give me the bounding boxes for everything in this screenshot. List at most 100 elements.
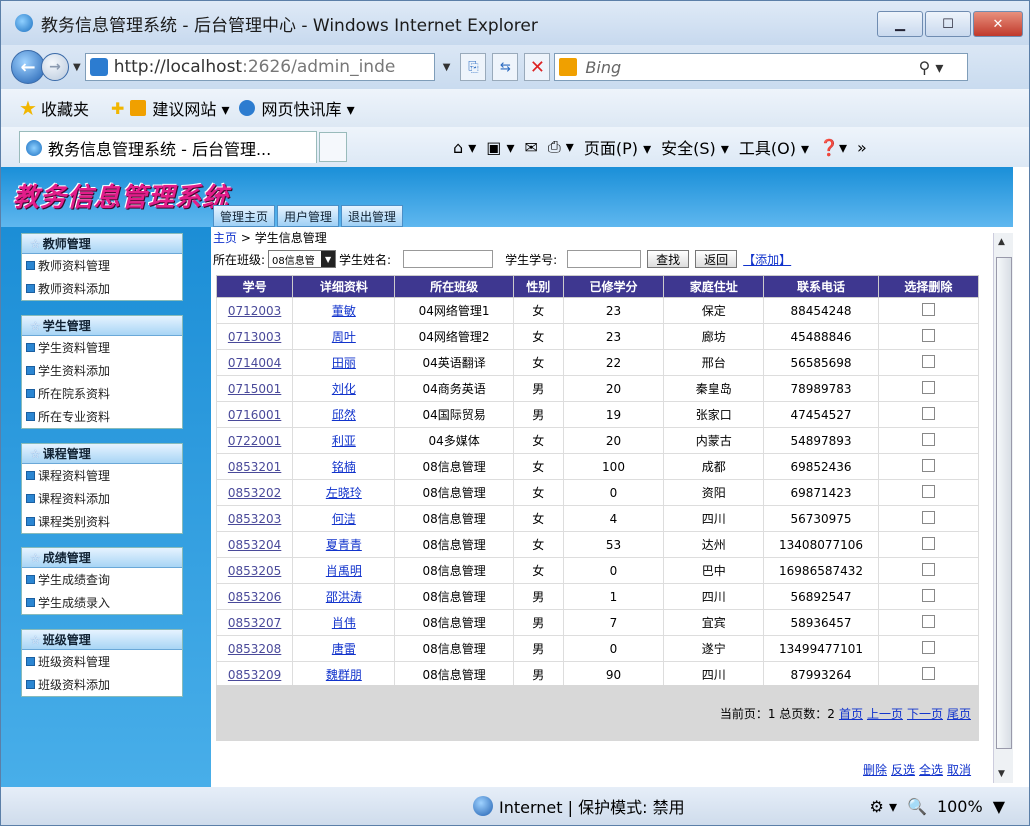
student-number-link[interactable]: 0853202 <box>228 486 281 500</box>
zoom-icon[interactable]: 🔍 <box>907 797 927 816</box>
first-page-link[interactable]: 首页 <box>839 705 863 722</box>
menu-item[interactable]: 课程资料管理 <box>22 464 182 487</box>
student-number-link[interactable]: 0853206 <box>228 590 281 604</box>
delete-checkbox[interactable] <box>921 562 935 576</box>
student-detail-link[interactable]: 魏群朋 <box>326 668 362 682</box>
menu-item[interactable]: 所在院系资料 <box>22 382 182 405</box>
zoom-level[interactable]: 100% <box>937 797 983 816</box>
tools-menu[interactable]: 工具(O) ▾ <box>739 135 809 159</box>
suggested-sites-link[interactable]: 建议网站 ▾ <box>130 96 229 120</box>
menu-item[interactable]: 教师资料添加 <box>22 277 182 300</box>
print-icon[interactable]: ⎙ ▾ <box>548 137 574 157</box>
delete-checkbox[interactable] <box>921 458 935 472</box>
add-favorite-icon[interactable]: ✚ <box>111 99 124 118</box>
select-all-link[interactable]: 全选 <box>919 761 943 778</box>
student-number-link[interactable]: 0853208 <box>228 642 281 656</box>
delete-checkbox[interactable] <box>921 588 935 602</box>
student-detail-link[interactable]: 夏青青 <box>326 538 362 552</box>
safety-menu[interactable]: 安全(S) ▾ <box>661 135 729 159</box>
student-number-link[interactable]: 0853204 <box>228 538 281 552</box>
back-button[interactable]: ← <box>11 50 45 84</box>
delete-link[interactable]: 删除 <box>863 761 887 778</box>
address-dropdown-icon[interactable]: ▼ <box>443 62 451 73</box>
breadcrumb-home[interactable]: 主页 <box>213 231 237 245</box>
student-number-link[interactable]: 0853205 <box>228 564 281 578</box>
search-icon[interactable]: ⚲ ▾ <box>919 58 944 77</box>
menu-item[interactable]: 学生成绩查询 <box>22 568 182 591</box>
delete-checkbox[interactable] <box>921 536 935 550</box>
favorites-star-icon[interactable]: ★ <box>19 96 37 120</box>
student-detail-link[interactable]: 董敏 <box>332 304 356 318</box>
student-detail-link[interactable]: 刘化 <box>332 382 356 396</box>
page-menu[interactable]: 页面(P) ▾ <box>584 135 651 159</box>
menu-course-header[interactable]: ☆ 课程管理 <box>22 444 182 464</box>
student-detail-link[interactable]: 邱然 <box>332 408 356 422</box>
student-number-link[interactable]: 0715001 <box>228 382 281 396</box>
student-detail-link[interactable]: 何洁 <box>332 512 356 526</box>
student-number-link[interactable]: 0716001 <box>228 408 281 422</box>
menu-class-header[interactable]: ☆ 班级管理 <box>22 630 182 650</box>
menu-teacher-header[interactable]: ☆ 教师管理 <box>22 234 182 254</box>
tab-current[interactable]: 教务信息管理系统 - 后台管理... <box>19 131 317 163</box>
delete-checkbox[interactable] <box>921 380 935 394</box>
delete-checkbox[interactable] <box>921 302 935 316</box>
nav-admin-home[interactable]: 管理主页 <box>213 205 276 227</box>
nav-user-management[interactable]: 用户管理 <box>277 205 340 227</box>
add-link[interactable]: 【添加】 <box>743 251 791 268</box>
student-name-input[interactable] <box>403 250 494 268</box>
student-detail-link[interactable]: 肖禹明 <box>326 564 362 578</box>
minimize-button[interactable]: ▁ <box>877 11 923 37</box>
student-detail-link[interactable]: 肖伟 <box>332 616 356 630</box>
menu-item[interactable]: 学生成绩录入 <box>22 591 182 614</box>
scroll-up-icon[interactable]: ▲ <box>998 237 1005 247</box>
vertical-scrollbar[interactable]: ▲ ▼ <box>993 233 1013 783</box>
refresh-icon[interactable]: ⇆ <box>492 53 519 81</box>
delete-checkbox[interactable] <box>921 510 935 524</box>
delete-checkbox[interactable] <box>921 406 935 420</box>
search-input[interactable]: Bing ⚲ ▾ <box>554 53 969 81</box>
delete-checkbox[interactable] <box>921 666 935 680</box>
stop-icon[interactable]: ✕ <box>524 53 551 81</box>
menu-item[interactable]: 教师资料管理 <box>22 254 182 277</box>
student-number-link[interactable]: 0713003 <box>228 330 281 344</box>
student-number-link[interactable]: 0712003 <box>228 304 281 318</box>
rss-feed-icon[interactable]: ▣ ▾ <box>486 138 514 157</box>
favorites-button[interactable]: 收藏夹 <box>41 96 89 120</box>
menu-item[interactable]: 课程资料添加 <box>22 487 182 510</box>
student-number-link[interactable]: 0722001 <box>228 434 281 448</box>
student-number-link[interactable]: 0853201 <box>228 460 281 474</box>
history-dropdown-icon[interactable]: ▼ <box>73 62 81 73</box>
student-detail-link[interactable]: 田丽 <box>332 356 356 370</box>
address-input[interactable]: http://localhost:2626/admin_inde <box>84 53 435 81</box>
student-number-link[interactable]: 0714004 <box>228 356 281 370</box>
last-page-link[interactable]: 尾页 <box>947 705 971 722</box>
next-page-link[interactable]: 下一页 <box>907 705 943 722</box>
menu-item[interactable]: 学生资料添加 <box>22 359 182 382</box>
invert-selection-link[interactable]: 反选 <box>891 761 915 778</box>
menu-item[interactable]: 课程类别资料 <box>22 510 182 533</box>
compat-view-icon[interactable]: ⎘ <box>460 53 487 81</box>
delete-checkbox[interactable] <box>921 432 935 446</box>
new-tab-button[interactable] <box>319 132 347 162</box>
delete-checkbox[interactable] <box>921 614 935 628</box>
menu-item[interactable]: 班级资料管理 <box>22 650 182 673</box>
back-button-page[interactable]: 返回 <box>695 250 738 268</box>
menu-grades-header[interactable]: ☆ 成绩管理 <box>22 548 182 568</box>
mail-icon[interactable]: ✉ <box>525 138 538 157</box>
nav-logout[interactable]: 退出管理 <box>341 205 404 227</box>
delete-checkbox[interactable] <box>921 354 935 368</box>
close-button[interactable]: ✕ <box>973 11 1023 37</box>
cancel-selection-link[interactable]: 取消 <box>947 761 971 778</box>
student-number-link[interactable]: 0853209 <box>228 668 281 682</box>
scroll-thumb[interactable] <box>996 257 1012 749</box>
menu-item[interactable]: 班级资料添加 <box>22 673 182 696</box>
web-slice-gallery-link[interactable]: 网页快讯库 ▾ <box>239 96 355 120</box>
student-number-link[interactable]: 0853207 <box>228 616 281 630</box>
student-detail-link[interactable]: 左晓玲 <box>326 486 362 500</box>
student-detail-link[interactable]: 利亚 <box>332 434 356 448</box>
help-icon[interactable]: ❓▾ <box>819 138 847 157</box>
student-number-link[interactable]: 0853203 <box>228 512 281 526</box>
menu-student-header[interactable]: ☆ 学生管理 <box>22 316 182 336</box>
student-detail-link[interactable]: 周叶 <box>332 330 356 344</box>
student-detail-link[interactable]: 唐雷 <box>332 642 356 656</box>
